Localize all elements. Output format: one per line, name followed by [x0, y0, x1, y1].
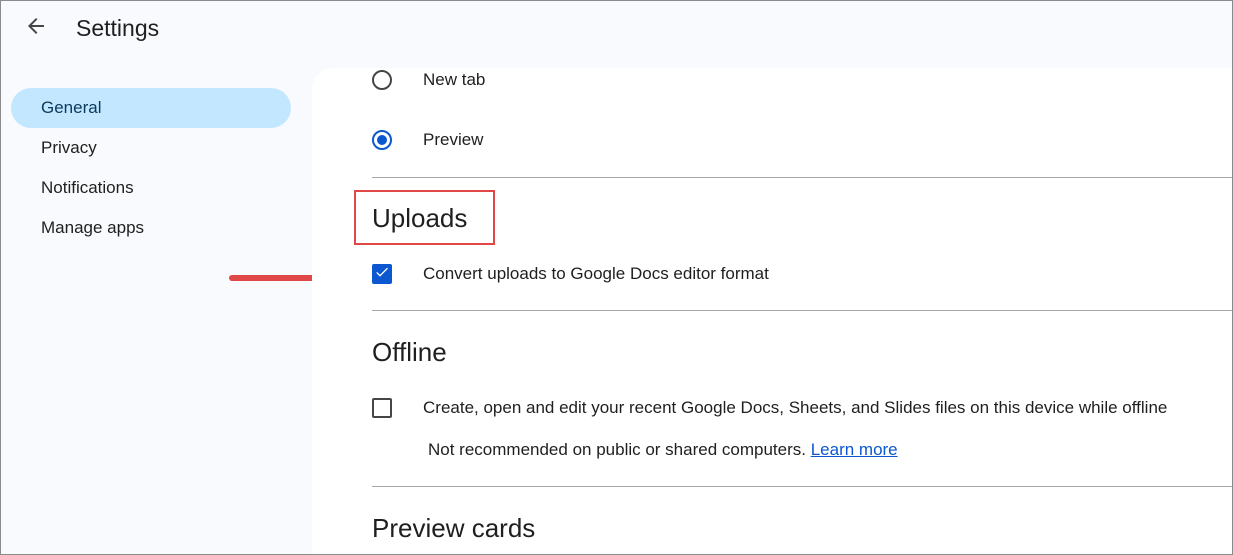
radio-preview-label: Preview [423, 130, 484, 149]
sidebar-item-notifications[interactable]: Notifications [11, 168, 291, 208]
sidebar-item-general[interactable]: General [11, 88, 291, 128]
divider [372, 310, 1232, 311]
offline-label: Create, open and edit your recent Google… [423, 398, 1168, 417]
offline-note-text: Not recommended on public or shared comp… [428, 440, 806, 459]
convert-uploads-label: Convert uploads to Google Docs editor fo… [423, 264, 769, 283]
settings-panel: New tab Preview Uploads Convert uploads … [312, 68, 1232, 554]
arrow-left-icon [24, 14, 48, 43]
radio-new-tab-label: New tab [423, 70, 486, 89]
radio-new-tab[interactable] [372, 70, 392, 90]
divider [372, 177, 1232, 178]
sidebar: General Privacy Notifications Manage app… [11, 88, 291, 248]
back-button[interactable] [21, 13, 51, 43]
sidebar-item-manage-apps[interactable]: Manage apps [11, 208, 291, 248]
header: Settings [1, 1, 1232, 61]
settings-window: Settings General Privacy Notifications M… [0, 0, 1233, 555]
uploads-heading: Uploads [372, 203, 468, 233]
offline-note: Not recommended on public or shared comp… [428, 439, 898, 461]
preview-cards-heading: Preview cards [372, 513, 536, 543]
offline-checkbox[interactable] [372, 398, 392, 418]
page-title: Settings [76, 15, 160, 41]
learn-more-link[interactable]: Learn more [811, 440, 898, 459]
offline-heading: Offline [372, 337, 447, 367]
divider [372, 486, 1232, 487]
check-icon [374, 264, 390, 285]
sidebar-item-privacy[interactable]: Privacy [11, 128, 291, 168]
convert-uploads-checkbox[interactable] [372, 264, 392, 284]
radio-preview[interactable] [372, 130, 392, 150]
